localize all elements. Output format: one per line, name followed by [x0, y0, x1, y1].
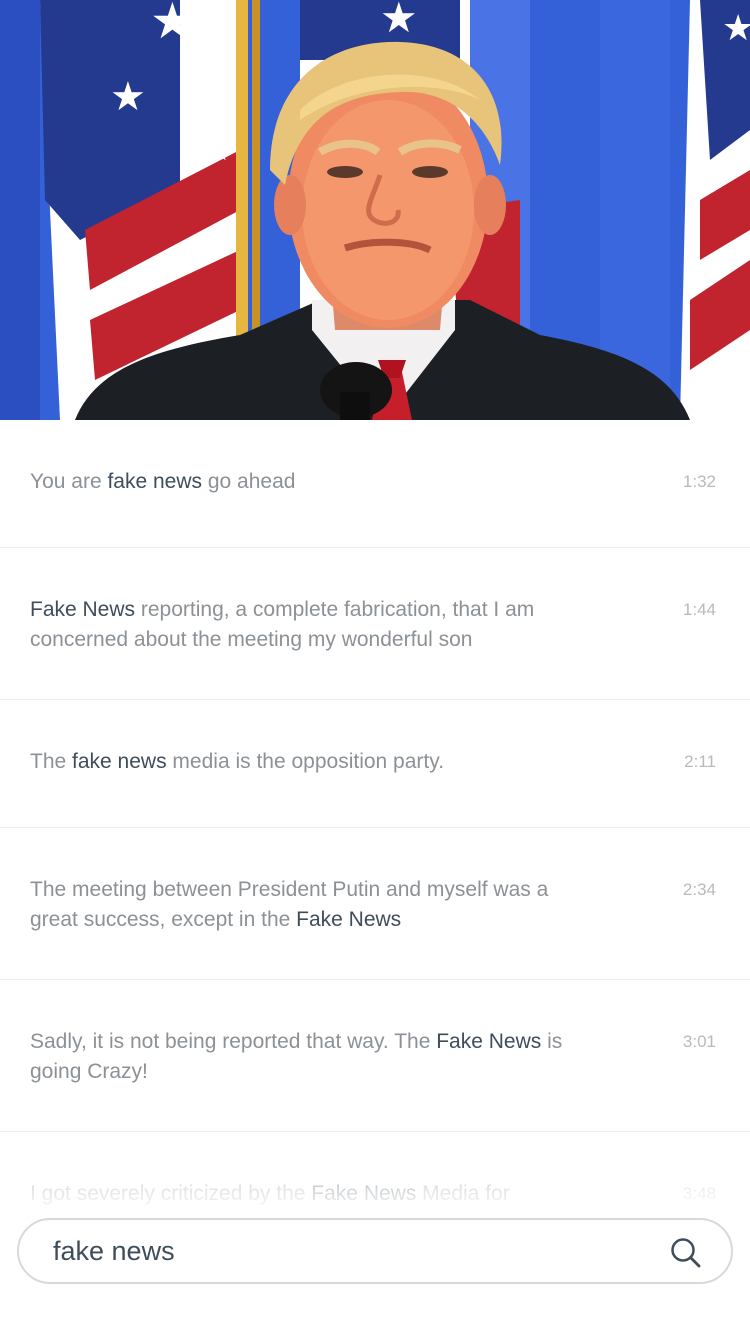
svg-text:★: ★	[150, 0, 195, 50]
result-text-segment: I got severely criticized by the	[30, 1182, 312, 1205]
result-text-segment: go ahead	[202, 470, 296, 493]
search-match-highlight: Fake News	[30, 598, 136, 621]
timestamp[interactable]: 1:44	[683, 600, 716, 620]
list-item[interactable]: The fake news media is the opposition pa…	[0, 700, 750, 828]
result-text-segment: You are	[30, 470, 108, 493]
result-text: The meeting between President Putin and …	[30, 875, 590, 935]
result-text-segment: The meeting between President Putin and …	[30, 878, 549, 931]
result-text: The fake news media is the opposition pa…	[30, 747, 590, 777]
transcript-results-list: You are fake news go ahead 1:32 Fake New…	[0, 420, 750, 1334]
timestamp[interactable]: 2:34	[683, 880, 716, 900]
search-match-highlight: Fake News	[296, 908, 402, 931]
svg-text:★: ★	[110, 74, 146, 120]
list-item[interactable]: Fake News reporting, a complete fabricat…	[0, 548, 750, 700]
result-text: Fake News reporting, a complete fabricat…	[30, 595, 590, 655]
right-flag: ★	[680, 0, 750, 420]
result-text: You are fake news go ahead	[30, 467, 590, 497]
result-text-segment: Media for	[416, 1182, 510, 1205]
search-match-highlight: Fake News	[436, 1030, 542, 1053]
timestamp[interactable]: 3:01	[683, 1032, 716, 1052]
search-match-highlight: fake news	[107, 470, 203, 493]
list-item[interactable]: You are fake news go ahead 1:32	[0, 420, 750, 548]
svg-text:★: ★	[190, 113, 237, 173]
timestamp[interactable]: 2:11	[684, 752, 716, 772]
speaker-photo: ★ ★ ★ ★ ★ ★	[0, 0, 750, 420]
result-text: I got severely criticized by the Fake Ne…	[30, 1179, 590, 1209]
search-bar	[17, 1218, 733, 1284]
timestamp[interactable]: 1:32	[683, 472, 716, 492]
list-item[interactable]: The meeting between President Putin and …	[0, 828, 750, 980]
list-item[interactable]: Sadly, it is not being reported that way…	[0, 980, 750, 1132]
search-input[interactable]	[53, 1230, 653, 1272]
result-text-segment: Sadly, it is not being reported that way…	[30, 1030, 437, 1053]
hero-image: ★ ★ ★ ★ ★ ★	[0, 0, 750, 420]
result-text-segment: The	[30, 750, 73, 773]
svg-text:★: ★	[200, 22, 241, 76]
result-text: Sadly, it is not being reported that way…	[30, 1027, 590, 1087]
search-icon[interactable]	[669, 1236, 703, 1270]
result-text-segment: media is the opposition party.	[166, 750, 445, 773]
svg-text:★: ★	[380, 0, 418, 42]
timestamp[interactable]: 3:48	[683, 1184, 716, 1204]
search-match-highlight: fake news	[72, 750, 167, 773]
search-match-highlight: Fake News	[311, 1182, 417, 1205]
svg-text:★: ★	[722, 8, 750, 49]
